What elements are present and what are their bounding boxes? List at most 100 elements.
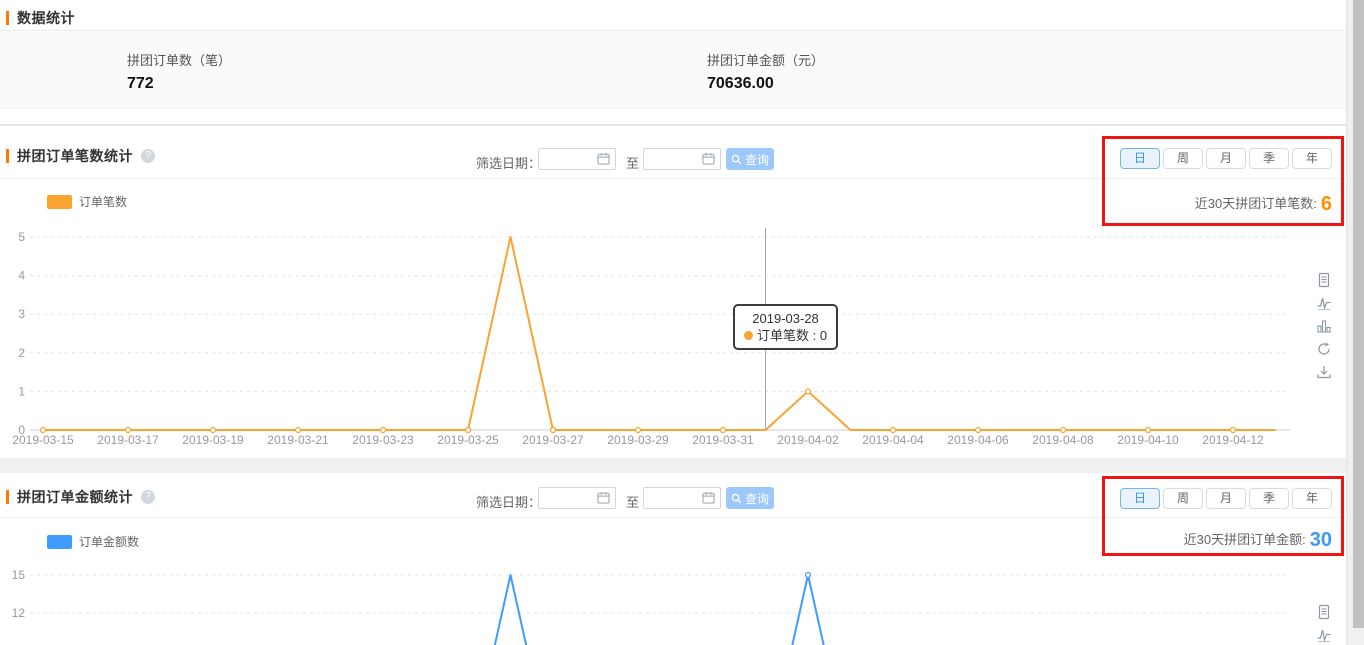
tooltip-date: 2019-03-28 — [744, 310, 827, 327]
legend-swatch-orange — [47, 195, 72, 209]
period-tab-季[interactable]: 季 — [1249, 488, 1289, 509]
order-count-chart[interactable]: 0123452019-03-152019-03-172019-03-192019… — [0, 225, 1346, 453]
orange-bar-icon — [6, 490, 9, 504]
orange-bar-icon — [6, 11, 9, 25]
legend-swatch-blue — [47, 535, 72, 549]
legend-label: 订单金额数 — [79, 533, 139, 550]
section-divider — [0, 124, 1346, 126]
stats-band: 拼团订单数（笔） 772 拼团订单金额（元） 70636.00 — [0, 32, 1346, 109]
line-chart-icon[interactable] — [1316, 295, 1332, 311]
svg-text:12: 12 — [12, 606, 26, 620]
download-icon[interactable] — [1316, 364, 1332, 380]
help-icon[interactable]: ? — [141, 149, 155, 163]
panel-header-border — [0, 517, 1346, 518]
period-tab-周[interactable]: 周 — [1163, 488, 1203, 509]
data-view-icon[interactable] — [1316, 272, 1332, 288]
metric-30day-amount: 近30天拼团订单金额: 30 — [1100, 529, 1332, 552]
svg-text:2019-04-06: 2019-04-06 — [947, 433, 1009, 447]
svg-text:1: 1 — [18, 384, 25, 398]
svg-text:2019-03-15: 2019-03-15 — [12, 433, 74, 447]
svg-text:2: 2 — [18, 346, 25, 360]
search-button[interactable]: 查询 — [726, 148, 774, 170]
calendar-icon — [597, 152, 610, 165]
line-chart-icon[interactable] — [1316, 627, 1332, 643]
panel-gap — [0, 458, 1346, 473]
stat-order-count: 拼团订单数（笔） 772 — [127, 50, 231, 93]
metric-label: 近30天拼团订单金额: — [1184, 532, 1306, 547]
period-tab-季[interactable]: 季 — [1249, 148, 1289, 169]
svg-text:2019-03-19: 2019-03-19 — [182, 433, 244, 447]
svg-text:2019-04-10: 2019-04-10 — [1117, 433, 1179, 447]
svg-text:2019-03-27: 2019-03-27 — [522, 433, 584, 447]
restore-icon[interactable] — [1316, 341, 1332, 357]
calendar-icon — [702, 491, 715, 504]
filter-date-label: 筛选日期： — [476, 492, 541, 511]
metric-value: 6 — [1321, 193, 1332, 215]
stat-value: 70636.00 — [707, 75, 824, 93]
chart-tooltip: 2019-03-28 订单笔数 : 0 — [733, 304, 838, 350]
svg-text:2019-03-31: 2019-03-31 — [692, 433, 754, 447]
scrollbar-thumb[interactable] — [1353, 0, 1364, 628]
stats-section-title: 数据统计 — [6, 8, 75, 28]
svg-text:3: 3 — [18, 307, 25, 321]
svg-text:2019-03-25: 2019-03-25 — [437, 433, 499, 447]
stat-label: 拼团订单数（笔） — [127, 50, 231, 69]
metric-label: 近30天拼团订单笔数: — [1195, 196, 1317, 211]
metric-value: 30 — [1310, 529, 1332, 551]
period-tab-年[interactable]: 年 — [1292, 488, 1332, 509]
period-tab-月[interactable]: 月 — [1206, 488, 1246, 509]
legend-order-amount[interactable]: 订单金额数 — [47, 533, 139, 550]
chart2-toolbox — [1316, 604, 1332, 643]
tooltip-series-value: 订单笔数 : 0 — [744, 327, 827, 344]
svg-text:2019-03-23: 2019-03-23 — [352, 433, 414, 447]
period-tab-日[interactable]: 日 — [1120, 148, 1160, 169]
stat-value: 772 — [127, 75, 231, 93]
legend-order-count[interactable]: 订单笔数 — [47, 193, 127, 210]
metric-30day-count: 近30天拼团订单笔数: 6 — [1100, 193, 1332, 216]
series-dot-icon — [744, 331, 753, 340]
date-to-label: 至 — [626, 492, 639, 511]
calendar-icon — [597, 491, 610, 504]
period-tabs-chart2: 日周月季年 — [1120, 488, 1332, 509]
svg-text:2019-03-21: 2019-03-21 — [267, 433, 329, 447]
bar-chart-icon[interactable] — [1316, 318, 1332, 334]
calendar-icon — [702, 152, 715, 165]
svg-text:2019-04-08: 2019-04-08 — [1032, 433, 1094, 447]
orange-bar-icon — [6, 149, 9, 163]
dashboard-page: 数据统计 拼团订单数（笔） 772 拼团订单金额（元） 70636.00 拼团订… — [0, 0, 1364, 645]
period-tab-月[interactable]: 月 — [1206, 148, 1246, 169]
search-button-label: 查询 — [745, 151, 769, 168]
chart1-title: 拼团订单笔数统计 — [17, 146, 133, 166]
stats-section-header: 数据统计 — [0, 0, 1346, 31]
svg-text:2019-03-29: 2019-03-29 — [607, 433, 669, 447]
help-icon[interactable]: ? — [141, 490, 155, 504]
search-button-2[interactable]: 查询 — [726, 487, 774, 509]
svg-text:15: 15 — [12, 568, 26, 582]
date-to-label: 至 — [626, 153, 639, 172]
svg-text:2019-04-04: 2019-04-04 — [862, 433, 924, 447]
svg-text:4: 4 — [18, 269, 25, 283]
svg-text:5: 5 — [18, 230, 25, 244]
search-icon — [731, 493, 742, 504]
search-icon — [731, 154, 742, 165]
svg-text:2019-04-02: 2019-04-02 — [777, 433, 839, 447]
order-amount-chart[interactable]: 1512 — [0, 560, 1346, 645]
panel-header-border — [0, 178, 1346, 179]
svg-text:2019-03-17: 2019-03-17 — [97, 433, 159, 447]
period-tab-日[interactable]: 日 — [1120, 488, 1160, 509]
search-button-label: 查询 — [745, 490, 769, 507]
stat-order-amount: 拼团订单金额（元） 70636.00 — [707, 50, 824, 93]
period-tabs-chart1: 日周月季年 — [1120, 148, 1332, 169]
chart2-title-row: 拼团订单金额统计 ? — [6, 487, 155, 507]
stat-label: 拼团订单金额（元） — [707, 50, 824, 69]
legend-label: 订单笔数 — [79, 193, 127, 210]
section-title-text: 数据统计 — [17, 8, 75, 28]
data-view-icon[interactable] — [1316, 604, 1332, 620]
period-tab-周[interactable]: 周 — [1163, 148, 1203, 169]
chart2-title: 拼团订单金额统计 — [17, 487, 133, 507]
chart1-toolbox — [1316, 272, 1332, 380]
period-tab-年[interactable]: 年 — [1292, 148, 1332, 169]
filter-date-label: 筛选日期： — [476, 153, 541, 172]
svg-text:2019-04-12: 2019-04-12 — [1202, 433, 1264, 447]
chart1-title-row: 拼团订单笔数统计 ? — [6, 146, 155, 166]
